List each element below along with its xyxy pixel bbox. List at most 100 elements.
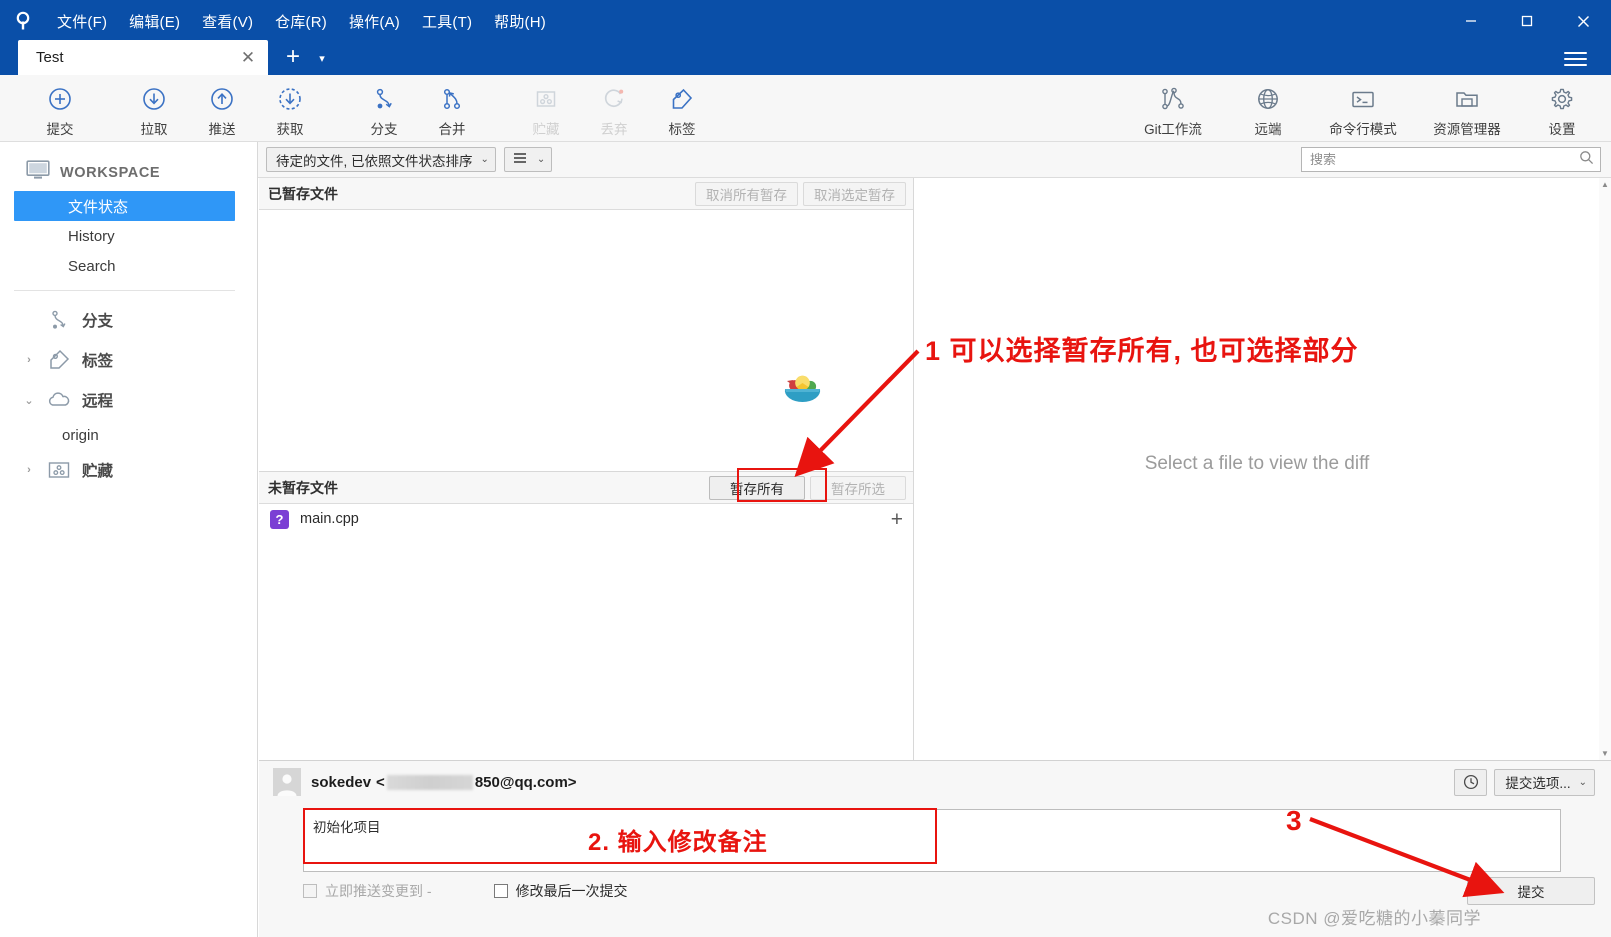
close-button[interactable] <box>1555 0 1611 42</box>
redacted-email-part <box>386 774 473 790</box>
file-sort-dropdown[interactable]: 待定的文件, 已依照文件状态排序 ⌄ <box>266 147 496 172</box>
clock-icon[interactable] <box>1454 768 1488 796</box>
close-icon[interactable]: ✕ <box>236 49 260 66</box>
checkbox-box[interactable] <box>303 884 317 898</box>
sidebar-group-remotes[interactable]: ⌄ 远程 <box>0 380 257 420</box>
watermark: CSDN @爱吃糖的小蓁同学 <box>1267 909 1481 928</box>
chevron-down-icon: ⌄ <box>1578 776 1587 788</box>
sidebar-remote-label: origin <box>62 426 99 444</box>
arrow-down-circle-icon <box>141 83 167 115</box>
unstaged-files-list[interactable]: ? main.cpp + <box>259 504 913 760</box>
toolbar-tag-button[interactable]: 标签 <box>648 77 716 139</box>
fruit-bowl-emoji <box>781 372 823 415</box>
toolbar-remote-button[interactable]: 远端 <box>1225 77 1311 139</box>
toolbar-branch-button[interactable]: 分支 <box>350 77 418 139</box>
menu-item-view[interactable]: 查看(V) <box>191 8 264 35</box>
push-immediately-checkbox[interactable]: 立即推送变更到 - <box>303 881 432 901</box>
amend-last-commit-checkbox[interactable]: 修改最后一次提交 <box>493 881 628 901</box>
chevron-down-icon: ⌄ <box>480 154 489 165</box>
menu-item-repository[interactable]: 仓库(R) <box>264 8 338 35</box>
chevron-right-icon[interactable]: › <box>22 464 36 476</box>
toolbar-settings-label: 设置 <box>1548 122 1576 137</box>
menu-item-file[interactable]: 文件(F) <box>46 8 118 35</box>
chevron-right-icon[interactable]: › <box>22 354 36 366</box>
search-box[interactable] <box>1301 147 1601 172</box>
search-input[interactable] <box>1310 152 1579 167</box>
menu-item-tools[interactable]: 工具(T) <box>411 8 483 35</box>
commit-author-label: sokedev < 850@qq.com> <box>311 774 577 791</box>
diff-pane: Select a file to view the diff <box>915 178 1599 760</box>
minimize-button[interactable] <box>1443 0 1499 42</box>
list-item[interactable]: ? main.cpp + <box>259 504 913 534</box>
author-email-suffix: 850@qq.com> <box>474 773 577 791</box>
search-icon[interactable] <box>1579 150 1594 170</box>
author-email-open: < <box>376 773 385 791</box>
sidebar-item-file-status[interactable]: 文件状态 <box>14 191 235 221</box>
chevron-down-icon: ⌄ <box>536 154 546 165</box>
chevron-down-icon[interactable]: ⌄ <box>22 394 36 407</box>
tab-test[interactable]: Test ✕ <box>18 40 268 75</box>
sidebar-remote-origin[interactable]: origin <box>0 420 257 450</box>
staged-pane-header: 已暂存文件 取消所有暂存 取消选定暂存 <box>259 178 913 210</box>
toolbar-explorer-button[interactable]: 资源管理器 <box>1415 77 1519 139</box>
stage-all-button[interactable]: 暂存所有 <box>709 475 805 500</box>
toolbar-commit-button[interactable]: 提交 <box>26 77 94 139</box>
toolbar-gitflow-label: Git工作流 <box>1144 122 1202 137</box>
branch-icon <box>371 83 397 115</box>
view-mode-dropdown[interactable]: ⌄ <box>503 147 553 172</box>
merge-icon <box>439 83 465 115</box>
scroll-down-icon[interactable]: ▼ <box>1599 747 1611 760</box>
checkbox-box[interactable] <box>493 884 508 898</box>
menu-item-help[interactable]: 帮助(H) <box>483 8 557 35</box>
commit-button[interactable]: 提交 <box>1467 877 1595 905</box>
unstage-selected-button[interactable]: 取消选定暂存 <box>803 181 906 206</box>
stash-icon <box>46 460 72 480</box>
diff-empty-message: Select a file to view the diff <box>1144 453 1370 474</box>
toolbar-pull-button[interactable]: 拉取 <box>120 77 188 139</box>
tag-icon <box>669 83 695 115</box>
sidebar-group-label: 远程 <box>82 393 114 410</box>
sidebar-group-stashes[interactable]: › 贮藏 <box>0 450 257 490</box>
arrow-down-dashed-circle-icon <box>277 83 303 115</box>
scroll-up-icon[interactable]: ▲ <box>1599 178 1611 191</box>
staged-files-list[interactable] <box>259 210 913 471</box>
toolbar-discard-button[interactable]: 丢弃 <box>580 77 648 139</box>
commit-options-button[interactable]: 提交选项... ⌄ <box>1494 768 1595 796</box>
chevron-down-icon[interactable]: ▾ <box>310 52 334 65</box>
workspace-header: WORKSPACE <box>0 154 257 191</box>
toolbar-commit-label: 提交 <box>46 122 74 137</box>
commit-message-input[interactable]: 初始化项目 <box>303 809 1561 872</box>
branch-icon <box>46 309 72 331</box>
toolbar-fetch-button[interactable]: 获取 <box>256 77 324 139</box>
sidebar-item-history[interactable]: History <box>0 221 257 251</box>
maximize-button[interactable] <box>1499 0 1555 42</box>
stage-file-button[interactable]: + <box>891 509 903 530</box>
unstage-all-button[interactable]: 取消所有暂存 <box>695 181 798 206</box>
toolbar-stash-button[interactable]: 贮藏 <box>512 77 580 139</box>
cloud-icon <box>46 391 72 409</box>
diff-scrollbar[interactable]: ▲ ▼ <box>1599 178 1611 760</box>
menu-icon[interactable] <box>1553 42 1597 75</box>
menu-item-edit[interactable]: 编辑(E) <box>118 8 191 35</box>
commit-area: sokedev < 850@qq.com> 提交选项... ⌄ 初始化项目 立即… <box>259 760 1611 937</box>
file-status-badge: ? <box>270 509 289 529</box>
unstaged-pane-header: 未暂存文件 暂存所有 暂存所选 <box>259 472 913 504</box>
toolbar-explorer-label: 资源管理器 <box>1433 122 1501 137</box>
gear-icon <box>1549 83 1575 115</box>
toolbar-gitflow-button[interactable]: Git工作流 <box>1121 77 1225 139</box>
toolbar-tag-label: 标签 <box>668 122 696 137</box>
toolbar-push-button[interactable]: 推送 <box>188 77 256 139</box>
sidebar-group-branches[interactable]: 分支 <box>0 300 257 340</box>
stage-selected-button[interactable]: 暂存所选 <box>810 475 906 500</box>
toolbar-merge-button[interactable]: 合并 <box>418 77 486 139</box>
toolbar-terminal-button[interactable]: 命令行模式 <box>1311 77 1415 139</box>
staged-files-pane: 已暂存文件 取消所有暂存 取消选定暂存 <box>259 178 914 471</box>
avatar <box>273 768 301 796</box>
menu-item-actions[interactable]: 操作(A) <box>338 8 411 35</box>
toolbar-pull-label: 拉取 <box>140 122 168 137</box>
toolbar-settings-button[interactable]: 设置 <box>1519 77 1605 139</box>
sidebar-group-tags[interactable]: › 标签 <box>0 340 257 380</box>
sidebar-item-search[interactable]: Search <box>0 251 257 281</box>
new-tab-button[interactable]: + <box>276 45 310 69</box>
toolbar-branch-label: 分支 <box>370 122 398 137</box>
